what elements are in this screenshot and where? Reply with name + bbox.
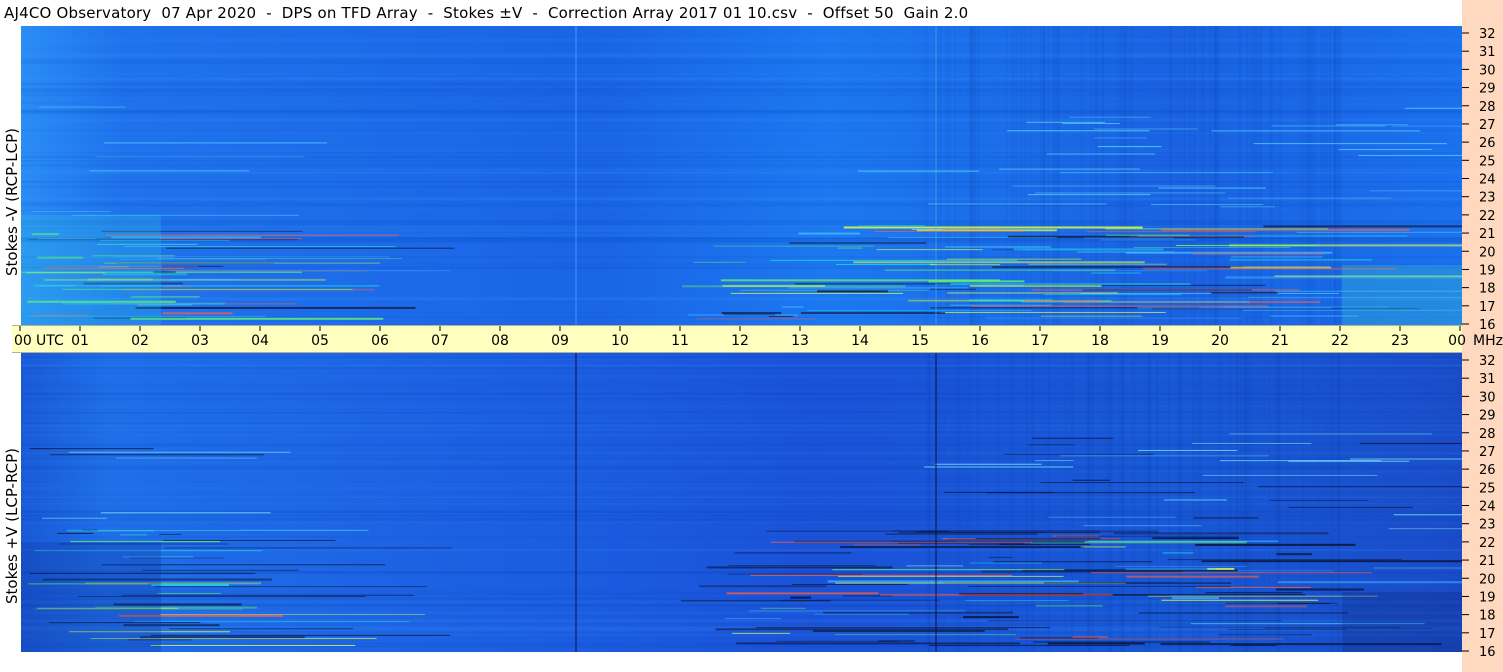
y-tick-label: 18 bbox=[1479, 609, 1496, 624]
x-unit-label: UTC bbox=[36, 333, 64, 349]
x-tick-label: 20 bbox=[1211, 333, 1229, 349]
y-tick-label: 29 bbox=[1479, 409, 1496, 424]
x-tick-label: 17 bbox=[1031, 333, 1049, 349]
y-tick-label: 23 bbox=[1479, 191, 1496, 206]
x-tick-label: 11 bbox=[671, 333, 689, 349]
y-tick-label: 28 bbox=[1479, 100, 1496, 115]
x-tick-label: 00 bbox=[14, 333, 32, 349]
x-tick-label: 07 bbox=[431, 333, 449, 349]
x-tick-label: 04 bbox=[251, 333, 269, 349]
x-tick-label: 09 bbox=[551, 333, 569, 349]
y-tick-label: 24 bbox=[1479, 500, 1496, 515]
x-tick-label: 23 bbox=[1391, 333, 1409, 349]
y-tick-label: 26 bbox=[1479, 463, 1496, 478]
y-tick-label: 31 bbox=[1479, 45, 1496, 60]
x-tick-label: 03 bbox=[191, 333, 209, 349]
y-tick-label: 30 bbox=[1479, 63, 1496, 78]
x-tick-label: 18 bbox=[1091, 333, 1109, 349]
freq-unit-label: MHz bbox=[1473, 333, 1503, 349]
y-tick-label: 25 bbox=[1479, 481, 1496, 496]
y-tick-label: 25 bbox=[1479, 154, 1496, 169]
x-tick-label: 21 bbox=[1271, 333, 1289, 349]
y-tick-label: 19 bbox=[1479, 263, 1496, 278]
x-tick-label: 19 bbox=[1151, 333, 1169, 349]
y-tick-label: 22 bbox=[1479, 209, 1496, 224]
y-tick-label: 32 bbox=[1479, 27, 1496, 42]
x-tick-label: 06 bbox=[371, 333, 389, 349]
x-tick-label: 10 bbox=[611, 333, 629, 349]
y-tick-label: 17 bbox=[1479, 627, 1496, 642]
y-tick-label: 18 bbox=[1479, 282, 1496, 297]
axes-overlay: 00 01 02 03 04 05 06 07 08 09 10 11 12 13 14 15 16 17 18 19… bbox=[14, 27, 1503, 660]
y-tick-label: 31 bbox=[1479, 372, 1496, 387]
y-tick-label: 27 bbox=[1479, 118, 1496, 133]
x-tick-label: 00 bbox=[1448, 333, 1466, 349]
y-tick-label: 20 bbox=[1479, 245, 1496, 260]
x-tick-label: 05 bbox=[311, 333, 329, 349]
x-tick-label: 16 bbox=[971, 333, 989, 349]
x-tick-label: 08 bbox=[491, 333, 509, 349]
y-tick-label: 30 bbox=[1479, 390, 1496, 405]
y-tick-label: 23 bbox=[1479, 518, 1496, 533]
y-tick-label: 27 bbox=[1479, 445, 1496, 460]
x-tick-label: 22 bbox=[1331, 333, 1349, 349]
x-tick-label: 01 bbox=[71, 333, 89, 349]
y-tick-label: 16 bbox=[1479, 645, 1496, 660]
y-tick-label: 26 bbox=[1479, 136, 1496, 151]
x-tick-label: 12 bbox=[731, 333, 749, 349]
y-tick-label: 24 bbox=[1479, 173, 1496, 188]
x-tick-label: 13 bbox=[791, 333, 809, 349]
y-tick-label: 19 bbox=[1479, 590, 1496, 605]
y-tick-label: 16 bbox=[1479, 318, 1496, 333]
y-tick-label: 28 bbox=[1479, 427, 1496, 442]
y-tick-label: 22 bbox=[1479, 536, 1496, 551]
x-tick-label: 14 bbox=[851, 333, 869, 349]
y-tick-label: 21 bbox=[1479, 227, 1496, 242]
y-tick-label: 20 bbox=[1479, 572, 1496, 587]
y-tick-label: 17 bbox=[1479, 300, 1496, 315]
x-tick-label: 15 bbox=[911, 333, 929, 349]
y-tick-label: 29 bbox=[1479, 82, 1496, 97]
y-tick-label: 21 bbox=[1479, 554, 1496, 569]
y-tick-label: 32 bbox=[1479, 354, 1496, 369]
x-tick-label: 02 bbox=[131, 333, 149, 349]
